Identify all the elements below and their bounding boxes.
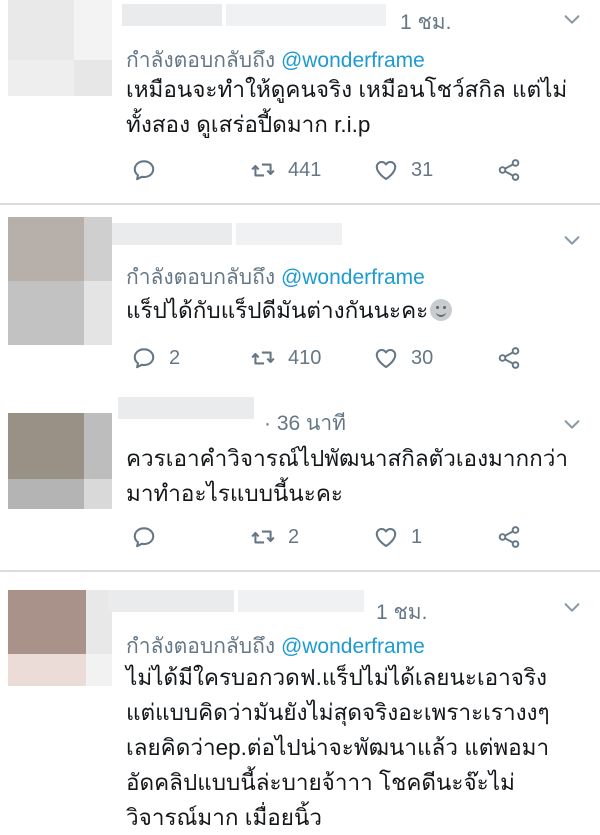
like-icon: [373, 524, 399, 550]
tweet-text-line: มาทำอะไรแบบนี้นะคะ: [126, 481, 343, 506]
tweet-text-line: อัดคลิปแบบนี้ล่ะบายจ้าาา โชคดีนะจ๊ะไม่: [126, 770, 515, 795]
reply-prefix: กำลังตอบกลับถึง: [126, 635, 276, 658]
tweet-actions: 2 1: [126, 522, 546, 552]
reply-button[interactable]: [131, 155, 169, 185]
chevron-down-icon[interactable]: [561, 596, 583, 618]
reply-icon: [131, 345, 157, 371]
tweet-text: ไม่ได้มีใครบอกวดฟ.แร็ปไม่ได้เลยนะเอาจริง…: [126, 660, 550, 835]
like-button[interactable]: 30: [373, 343, 433, 373]
tweet-text-line: ทั้งสอง ดูเสร่อปี้ดมาก r.i.p: [126, 112, 371, 137]
author-name-redacted[interactable]: [112, 223, 232, 245]
author-handle-redacted[interactable]: [226, 4, 386, 26]
avatar[interactable]: [8, 590, 112, 686]
author-handle-redacted[interactable]: [238, 590, 364, 612]
tweet-time: · 36 นาที: [264, 412, 347, 435]
tweet-text-line: ควรเอาคำวิจารณ์ไปพัฒนาสกิลตัวเองมากกว่า: [126, 446, 569, 471]
chevron-down-icon[interactable]: [561, 413, 583, 435]
reply-count: 2: [169, 346, 181, 369]
like-count: 1: [411, 525, 423, 548]
retweet-button[interactable]: 441: [250, 155, 321, 185]
avatar[interactable]: [8, 0, 112, 96]
tweet-text-line: แร็ปได้กับแร็ปดีมันต่างกันนะคะ: [126, 298, 429, 323]
tweet-4[interactable]: 1 ชม. กำลังตอบกลับถึง @wonderframe ไม่ได…: [0, 572, 600, 830]
avatar[interactable]: [8, 413, 112, 509]
chevron-down-icon[interactable]: [561, 229, 583, 251]
tweet-2[interactable]: กำลังตอบกลับถึง @wonderframe แร็ปได้กับแ…: [0, 205, 600, 393]
share-icon: [496, 345, 522, 371]
author-handle-redacted[interactable]: [236, 223, 342, 245]
reply-icon: [131, 157, 157, 183]
retweet-count: 410: [288, 346, 322, 369]
tweet-text-line: วิจารณ์มาก เมื่อยนิ้ว: [126, 805, 322, 830]
author-name-redacted[interactable]: [108, 590, 234, 612]
retweet-count: 2: [288, 525, 300, 548]
like-button[interactable]: 31: [373, 155, 433, 185]
retweet-icon: [250, 345, 276, 371]
tweet-1[interactable]: 1 ชม. กำลังตอบกลับถึง @wonderframe เหมือ…: [0, 0, 600, 203]
reply-handle-link[interactable]: @wonderframe: [281, 635, 425, 658]
like-count: 31: [411, 158, 434, 181]
reply-button[interactable]: 2: [131, 343, 180, 373]
tweet-time: 1 ชม.: [376, 601, 428, 624]
tweet-text: แร็ปได้กับแร็ปดีมันต่างกันนะคะ: [126, 293, 453, 328]
retweet-icon: [250, 157, 276, 183]
share-icon: [496, 157, 522, 183]
chevron-down-icon[interactable]: [561, 8, 583, 30]
tweet-time: 1 ชม.: [400, 11, 452, 34]
share-button[interactable]: [496, 522, 522, 552]
retweet-icon: [250, 524, 276, 550]
tweet-text-line: เหมือนจะทำให้ดูคนจริง เหมือนโชว์สกิล แต่…: [126, 77, 568, 102]
tweet-text-line: ไม่ได้มีใครบอกวดฟ.แร็ปไม่ได้เลยนะเอาจริง: [126, 665, 548, 690]
tweet-actions: 2 410 30: [126, 343, 546, 373]
retweet-button[interactable]: 2: [250, 522, 299, 552]
share-button[interactable]: [496, 155, 522, 185]
reply-context: กำลังตอบกลับถึง @wonderframe: [126, 630, 425, 663]
reply-prefix: กำลังตอบกลับถึง: [126, 266, 276, 289]
share-button[interactable]: [496, 343, 522, 373]
like-icon: [373, 157, 399, 183]
like-button[interactable]: 1: [373, 522, 422, 552]
reply-prefix: กำลังตอบกลับถึง: [126, 49, 276, 72]
emoji-icon: [430, 299, 453, 321]
avatar[interactable]: [8, 217, 112, 345]
retweet-button[interactable]: 410: [250, 343, 321, 373]
retweet-count: 441: [288, 158, 322, 181]
author-name-redacted[interactable]: [122, 4, 222, 26]
tweet-actions: 441 31: [126, 155, 546, 185]
reply-button[interactable]: [131, 522, 169, 552]
tweet-text-line: แต่แบบคิดว่ามันยังไม่สุดจริงอะเพราะเรางง…: [126, 700, 550, 725]
like-count: 30: [411, 346, 434, 369]
tweet-text-line: เลยคิดว่าep.ต่อไปน่าจะพัฒนาแล้ว แต่พอมา: [126, 735, 550, 760]
tweet-text: เหมือนจะทำให้ดูคนจริง เหมือนโชว์สกิล แต่…: [126, 72, 567, 142]
like-icon: [373, 345, 399, 371]
reply-icon: [131, 524, 157, 550]
reply-context: กำลังตอบกลับถึง @wonderframe: [126, 261, 425, 294]
share-icon: [496, 524, 522, 550]
reply-handle-link[interactable]: @wonderframe: [281, 49, 425, 72]
tweet-3[interactable]: · 36 นาที ควรเอาคำวิจารณ์ไปพัฒนาสกิลตัวเ…: [0, 393, 600, 570]
tweet-text: ควรเอาคำวิจารณ์ไปพัฒนาสกิลตัวเองมากกว่า …: [126, 441, 568, 511]
reply-handle-link[interactable]: @wonderframe: [281, 266, 425, 289]
